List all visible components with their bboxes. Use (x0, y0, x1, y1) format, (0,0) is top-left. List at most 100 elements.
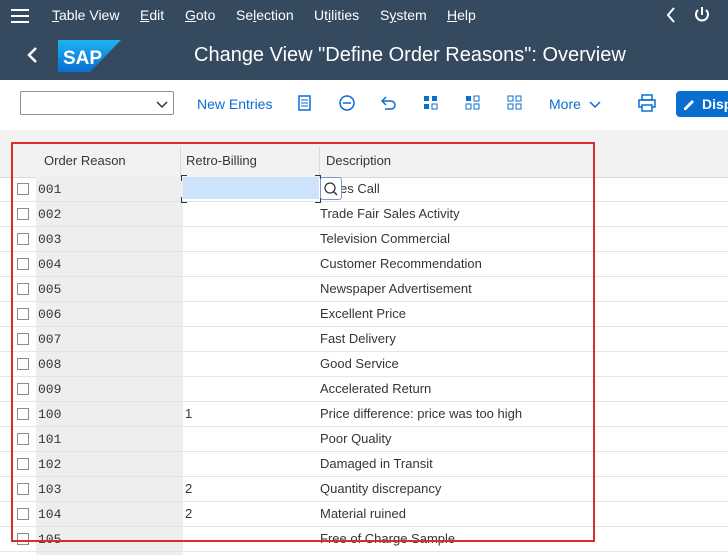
row-select-checkbox[interactable] (17, 208, 29, 220)
undo-icon[interactable] (380, 94, 398, 112)
retro-billing-cell[interactable]: 2 (185, 481, 192, 496)
order-reason-cell: 007 (38, 332, 62, 347)
description-cell[interactable]: Accelerated Return (320, 381, 431, 396)
order-reason-cell: 008 (38, 357, 62, 372)
table-header: Order Reason Retro-Billing Description (0, 146, 728, 178)
more-menu-button[interactable]: More (549, 96, 601, 112)
row-select-checkbox[interactable] (17, 458, 29, 470)
menu-bar: Table View Edit Goto Selection Utilities Syst… (0, 0, 728, 32)
edit-glasses-icon (682, 96, 698, 115)
menu-table-view[interactable]: Table View (52, 7, 119, 23)
table-row: 103 2 Quantity discrepancy (0, 477, 728, 502)
row-select-checkbox[interactable] (17, 383, 29, 395)
table-row: 105 Free of Charge Sample (0, 527, 728, 552)
exit-icon[interactable] (693, 6, 711, 28)
description-cell[interactable]: Free of Charge Sample (320, 531, 455, 546)
description-cell[interactable]: Television Commercial (320, 231, 450, 246)
column-header-order-reason[interactable]: Order Reason (44, 153, 126, 168)
table-row: 008 Good Service (0, 352, 728, 377)
table-row: 001 es Call (0, 177, 728, 202)
row-select-checkbox[interactable] (17, 233, 29, 245)
order-reason-cell: 105 (38, 532, 62, 547)
row-select-checkbox[interactable] (17, 258, 29, 270)
order-reason-cell: 003 (38, 232, 62, 247)
menu-goto[interactable]: Goto (185, 7, 215, 23)
order-reason-cell: 103 (38, 482, 62, 497)
value-help-button[interactable] (320, 177, 342, 200)
row-select-checkbox[interactable] (17, 283, 29, 295)
menu-selection[interactable]: Selection (236, 7, 294, 23)
display-change-button[interactable]: Disp (676, 91, 728, 117)
row-select-checkbox[interactable] (17, 408, 29, 420)
order-reason-cell: 100 (38, 407, 62, 422)
retro-billing-input-active[interactable] (183, 177, 319, 199)
table-row: 104 2 Material ruined (0, 502, 728, 527)
table-control: Order Reason Retro-Billing Description 0… (0, 130, 728, 555)
description-cell[interactable]: Trade Fair Sales Activity (320, 206, 460, 221)
table-row: 007 Fast Delivery (0, 327, 728, 352)
chevron-left-icon[interactable] (665, 6, 677, 28)
chevron-down-icon (155, 97, 169, 115)
new-entries-button[interactable]: New Entries (197, 96, 272, 112)
row-select-checkbox[interactable] (17, 508, 29, 520)
description-cell[interactable]: Excellent Price (320, 306, 406, 321)
search-icon (324, 182, 338, 196)
order-reason-cell: 009 (38, 382, 62, 397)
table-row: 006 Excellent Price (0, 302, 728, 327)
delete-icon[interactable] (338, 94, 356, 112)
menu-edit[interactable]: Edit (140, 7, 164, 23)
menu-system[interactable]: System (380, 7, 427, 23)
order-reason-cell: 006 (38, 307, 62, 322)
table-row: 002 Trade Fair Sales Activity (0, 202, 728, 227)
retro-billing-cell[interactable]: 2 (185, 506, 192, 521)
order-reason-cell: 104 (38, 507, 62, 522)
table-top-strip (0, 130, 728, 146)
print-icon[interactable] (638, 94, 656, 112)
title-bar: SAP Change View "Define Order Reasons": … (0, 32, 728, 80)
description-cell[interactable]: Newspaper Advertisement (320, 281, 472, 296)
menu-utilities[interactable]: Utilities (314, 7, 359, 23)
svg-text:SAP: SAP (63, 48, 102, 69)
description-cell[interactable]: es Call (340, 181, 380, 196)
page-title: Change View "Define Order Reasons": Over… (194, 44, 626, 66)
more-label: More (549, 96, 581, 112)
row-select-checkbox[interactable] (17, 183, 29, 195)
table-row: 100 1 Price difference: price was too high (0, 402, 728, 427)
select-all-icon[interactable] (422, 94, 440, 112)
sap-logo: SAP (58, 40, 121, 72)
description-cell[interactable]: Damaged in Transit (320, 456, 433, 471)
order-reason-cell: 002 (38, 207, 62, 222)
description-cell[interactable]: Price difference: price was too high (320, 406, 522, 421)
row-select-checkbox[interactable] (17, 308, 29, 320)
row-select-checkbox[interactable] (17, 358, 29, 370)
order-reason-cell: 004 (38, 257, 62, 272)
table-row: 003 Television Commercial (0, 227, 728, 252)
menu-help[interactable]: Help (447, 7, 476, 23)
select-block-icon[interactable] (464, 94, 482, 112)
back-icon[interactable] (24, 44, 44, 66)
description-cell[interactable]: Poor Quality (320, 431, 392, 446)
column-header-retro-billing[interactable]: Retro-Billing (186, 153, 257, 168)
description-cell[interactable]: Fast Delivery (320, 331, 396, 346)
table-row: 102 Damaged in Transit (0, 452, 728, 477)
row-select-checkbox[interactable] (17, 483, 29, 495)
copy-as-icon[interactable] (296, 94, 314, 112)
chevron-down-icon (589, 96, 601, 112)
description-cell[interactable]: Good Service (320, 356, 399, 371)
command-field-dropdown[interactable] (20, 91, 174, 115)
description-cell[interactable]: Quantity discrepancy (320, 481, 441, 496)
description-cell[interactable]: Customer Recommendation (320, 256, 482, 271)
row-select-checkbox[interactable] (17, 533, 29, 545)
table-row: 009 Accelerated Return (0, 377, 728, 402)
column-header-description[interactable]: Description (326, 153, 391, 168)
hamburger-menu-icon[interactable] (11, 8, 31, 24)
deselect-all-icon[interactable] (506, 94, 524, 112)
retro-billing-cell[interactable]: 1 (185, 406, 192, 421)
table-row: 004 Customer Recommendation (0, 252, 728, 277)
description-cell[interactable]: Material ruined (320, 506, 406, 521)
order-reason-cell: 001 (38, 182, 62, 197)
row-select-checkbox[interactable] (17, 333, 29, 345)
order-reason-cell: 101 (38, 432, 62, 447)
row-select-checkbox[interactable] (17, 433, 29, 445)
order-reason-cell: 005 (38, 282, 62, 297)
